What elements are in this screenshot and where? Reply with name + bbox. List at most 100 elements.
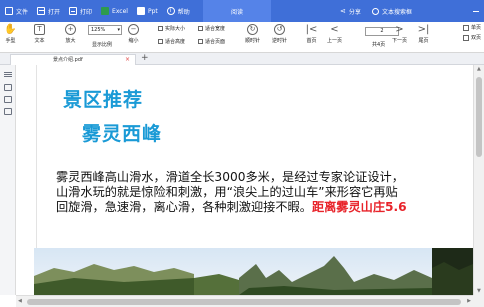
rotate-counterclockwise-icon: ↺ (274, 24, 285, 35)
share-button[interactable]: ⋖ 分享 (340, 0, 361, 22)
scroll-up-icon[interactable]: ▲ (477, 66, 481, 72)
distance-highlight: 距离雾灵山庄5.6 (311, 200, 407, 214)
document-tabs-bar: 景点介绍.pdf × + (0, 53, 484, 65)
menu-print[interactable]: 打印 (64, 0, 96, 22)
zoom-in-button[interactable]: + 放大 (65, 24, 76, 44)
next-page-icon: > (395, 24, 404, 35)
toolbar: ✋ 手型 T 文本 + 放大 125% 显示比例 − 缩小 实际大小 适合宽度 … (0, 22, 484, 53)
menu-print-label: 打印 (80, 8, 93, 16)
double-page-button[interactable]: 双页 (462, 34, 481, 41)
actual-size-button[interactable]: 实际大小 (158, 25, 185, 32)
scroll-left-icon[interactable]: ◀ (18, 298, 22, 304)
ppt-icon (136, 7, 145, 15)
fit-width-button[interactable]: 适合宽度 (198, 25, 225, 32)
body-line-3: 回旋滑，急速滑，离心滑，各种刺激迎接不暇。距离雾灵山庄5.6 (56, 197, 471, 215)
menu-ppt[interactable]: Ppt (132, 0, 162, 22)
last-page-button[interactable]: >| 尾页 (417, 24, 430, 45)
zoom-in-label: 放大 (65, 38, 76, 44)
menu-excel-label: Excel (112, 7, 128, 15)
outline-icon[interactable] (4, 71, 12, 78)
hand-icon: ✋ (4, 24, 17, 35)
page-layout-group: 单页 双页 (462, 24, 481, 41)
text-tool-button[interactable]: T 文本 (34, 24, 45, 44)
page-subheading: 雾灵西峰 (82, 123, 163, 145)
vertical-scroll-thumb[interactable] (476, 77, 482, 157)
horizontal-scroll-thumb[interactable] (27, 299, 461, 305)
side-panel (0, 65, 16, 295)
menu-file[interactable]: 文件 (0, 0, 32, 22)
close-tab-icon[interactable]: × (125, 55, 130, 65)
scroll-down-icon[interactable]: ▼ (477, 288, 481, 294)
page-total: 共4页 (372, 42, 386, 48)
prev-page-icon: < (330, 24, 339, 35)
page-heading: 景区推荐 (63, 89, 144, 111)
thumbnails-icon[interactable] (4, 84, 12, 91)
fit-page-label: 适合页面 (205, 39, 226, 45)
bookmark-icon[interactable] (4, 96, 12, 103)
share-label: 分享 (348, 8, 361, 16)
rotate-clockwise-label: 顺时针 (245, 38, 261, 44)
menu-open[interactable]: 打开 (32, 0, 64, 22)
read-mode-tab[interactable]: 阅读 (203, 0, 271, 22)
next-page-label: 下一页 (392, 38, 408, 44)
attachments-icon[interactable] (4, 108, 12, 115)
first-page-button[interactable]: |< 首页 (305, 24, 318, 45)
next-page-button[interactable]: > 下一页 (392, 24, 408, 45)
menu-help[interactable]: i 帮助 (162, 0, 194, 22)
minimize-icon (472, 10, 479, 12)
text-search-label: 文本搜索框 (382, 8, 413, 16)
zoom-out-icon: − (128, 24, 139, 35)
single-page-button[interactable]: 单页 (462, 24, 481, 31)
mountain-landscape-image (34, 248, 473, 295)
text-select-icon: T (34, 24, 45, 35)
search-icon (372, 7, 379, 15)
single-page-icon (462, 24, 469, 31)
zoom-caption: 显示比例 (92, 42, 113, 48)
fit-width-label: 适合宽度 (205, 26, 226, 32)
file-icon (5, 7, 13, 15)
menu-file-label: 文件 (16, 8, 29, 16)
menu-help-label: 帮助 (177, 8, 190, 16)
folder-open-icon (37, 7, 46, 15)
printer-icon (69, 7, 78, 15)
share-icon: ⋖ (340, 7, 346, 15)
document-viewer: 景区推荐 雾灵西峰 雾灵西峰高山滑水，滑道全长3000多米，是经过专家论证设计，… (16, 65, 473, 295)
actual-size-label: 实际大小 (165, 26, 186, 32)
tab-document[interactable]: 景点介绍.pdf × (10, 54, 136, 65)
scrollbar-corner (473, 295, 484, 307)
hand-tool-button[interactable]: ✋ 手型 (4, 24, 17, 45)
fit-height-icon (158, 39, 163, 44)
menu-ppt-label: Ppt (147, 7, 158, 15)
excel-icon (101, 7, 110, 15)
horizontal-scrollbar[interactable]: ◀ ▶ (16, 295, 473, 307)
first-page-icon: |< (305, 24, 318, 35)
zoom-select[interactable]: 125% (88, 25, 122, 35)
zoom-out-button[interactable]: − 缩小 (128, 24, 139, 44)
scroll-right-icon[interactable]: ▶ (467, 298, 471, 304)
text-tool-label: 文本 (34, 38, 45, 44)
fit-width-icon (198, 26, 203, 31)
prev-page-button[interactable]: < 上一页 (327, 24, 342, 45)
zoom-out-label: 缩小 (128, 38, 139, 44)
vertical-scrollbar[interactable]: ▲ ▼ (473, 65, 484, 295)
zoom-in-icon: + (65, 24, 76, 35)
tab-document-label: 景点介绍.pdf (53, 57, 83, 63)
rotate-clockwise-icon: ↻ (247, 24, 258, 35)
hand-tool-label: 手型 (5, 38, 16, 44)
text-search-box[interactable]: 文本搜索框 (372, 0, 412, 22)
fit-page-button[interactable]: 适合页面 (198, 38, 225, 45)
menu-open-label: 打开 (48, 8, 61, 16)
minimize-button[interactable] (471, 7, 480, 16)
rotate-clockwise-button[interactable]: ↻ 顺时针 (245, 24, 260, 44)
add-tab-icon[interactable]: + (141, 53, 149, 64)
menu-excel[interactable]: Excel (96, 0, 132, 22)
window-controls (471, 0, 480, 22)
rotate-counterclockwise-button[interactable]: ↺ 逆时针 (272, 24, 287, 44)
scenery-photo (34, 248, 473, 295)
fit-height-button[interactable]: 适合高度 (158, 38, 185, 45)
body-line-3-text: 回旋滑，急速滑，离心滑，各种刺激迎接不暇。 (56, 200, 312, 214)
help-icon: i (166, 7, 175, 15)
single-page-label: 单页 (470, 25, 481, 31)
fit-height-label: 适合高度 (165, 39, 186, 45)
last-page-icon: >| (417, 24, 430, 35)
